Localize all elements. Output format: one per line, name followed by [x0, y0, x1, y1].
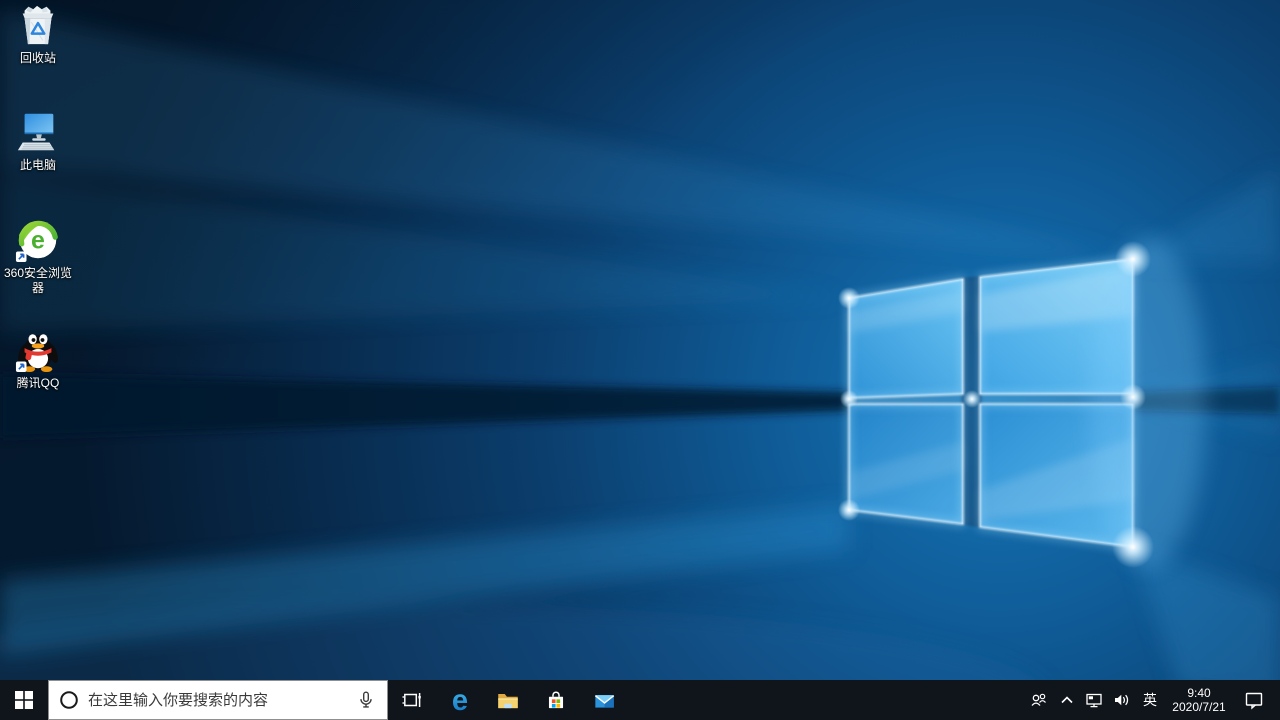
desktop-icon-tencent-qq[interactable]: 腾讯QQ [0, 327, 76, 391]
volume-button[interactable] [1108, 680, 1136, 720]
network-icon [1086, 693, 1102, 708]
network-button[interactable] [1080, 680, 1108, 720]
clock-date: 2020/7/21 [1172, 700, 1226, 714]
microphone-icon[interactable] [355, 689, 377, 711]
recycle-bin-icon [22, 5, 54, 45]
start-button[interactable] [0, 680, 48, 720]
desktop-icon-recycle-bin[interactable]: 回收站 [0, 2, 76, 66]
desktop-icon-this-pc[interactable]: 此电脑 [0, 109, 76, 173]
task-view-button[interactable] [388, 680, 436, 720]
people-icon [1031, 693, 1046, 706]
file-explorer-button[interactable] [484, 680, 532, 720]
tencent-qq-icon [15, 334, 58, 373]
ime-label: 英 [1143, 692, 1157, 708]
cortana-icon [60, 691, 78, 709]
speaker-icon [1115, 694, 1129, 706]
action-center-button[interactable] [1234, 680, 1274, 720]
clock-time: 9:40 [1187, 686, 1211, 700]
taskbar: e [0, 680, 1280, 720]
file-explorer-icon [498, 694, 518, 709]
mail-button[interactable] [580, 680, 628, 720]
desktop-icon-label: 此电脑 [19, 158, 56, 172]
hidden-icons-button[interactable] [1054, 680, 1080, 720]
edge-button[interactable]: e [436, 680, 484, 720]
desktop[interactable]: 回收站 此电脑 e 360安全浏览器 腾讯QQ 在这里输入你要搜索的内容 e 英… [0, 0, 1280, 720]
input-method-indicator[interactable]: 英 [1136, 680, 1164, 720]
taskbar-search[interactable] [48, 680, 388, 720]
task-view-icon [402, 693, 421, 707]
store-button[interactable] [532, 680, 580, 720]
microsoft-store-icon [548, 691, 564, 709]
desktop-icon-label: 腾讯QQ [16, 376, 60, 390]
windows-logo-icon [15, 691, 33, 709]
system-tray: 英 9:40 2020/7/21 [1024, 680, 1280, 720]
chevron-up-icon [1061, 696, 1073, 704]
edge-icon: e [452, 686, 468, 714]
svg-text:e: e [452, 686, 468, 714]
mail-icon [594, 695, 615, 708]
clock[interactable]: 9:40 2020/7/21 [1164, 680, 1234, 720]
this-pc-icon [17, 113, 55, 151]
desktop-icon-label: 360安全浏览器 [3, 266, 73, 295]
svg-text:e: e [31, 227, 45, 255]
action-center-icon [1245, 692, 1263, 710]
desktop-icon-360-browser[interactable]: e 360安全浏览器 [0, 217, 76, 296]
people-button[interactable] [1024, 680, 1054, 720]
desktop-icon-label: 回收站 [19, 51, 56, 65]
search-input[interactable] [88, 691, 347, 709]
360-browser-icon: e [15, 220, 58, 263]
wallpaper [0, 0, 1280, 720]
